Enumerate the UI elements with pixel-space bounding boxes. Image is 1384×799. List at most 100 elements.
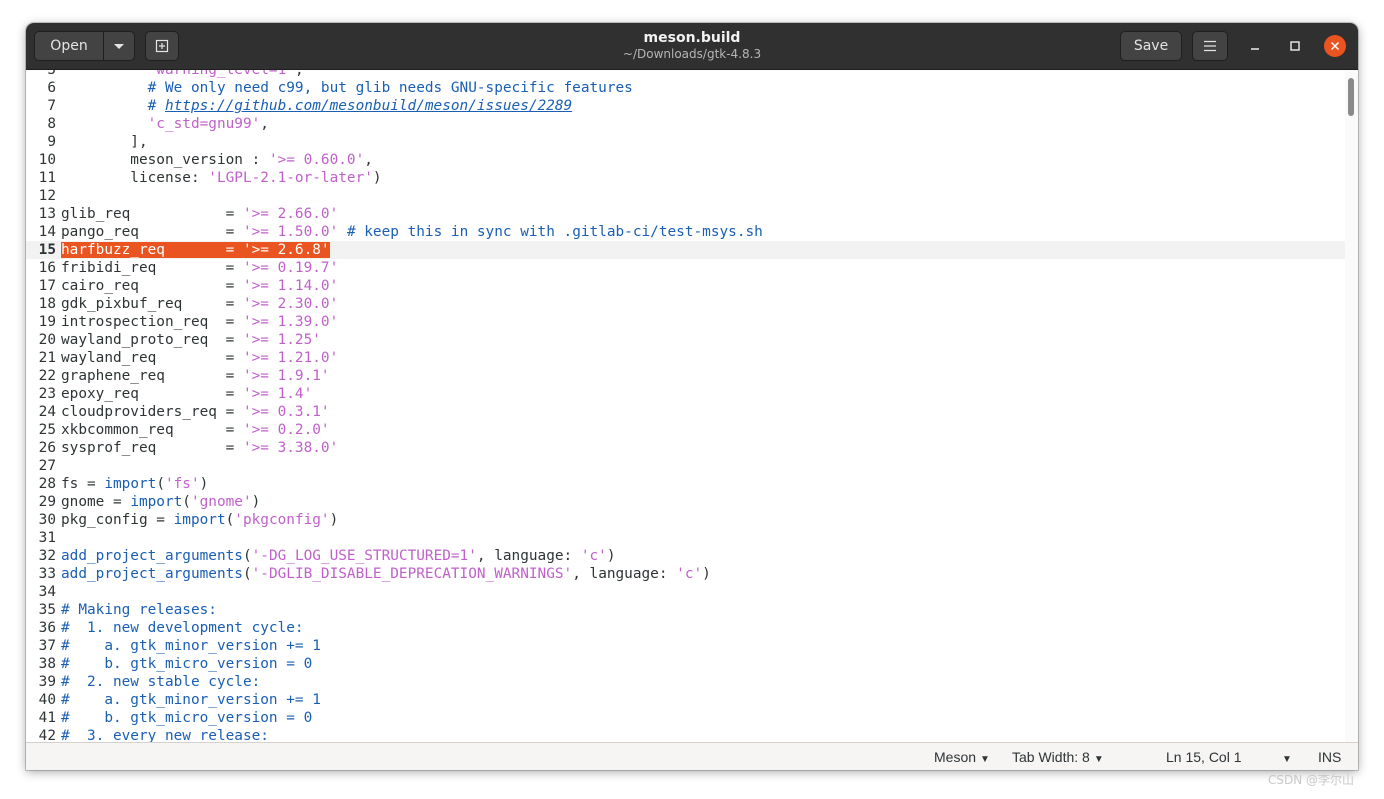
code-token: ) — [372, 170, 382, 186]
code-line[interactable]: 36 # 1. new development cycle: — [26, 619, 1345, 637]
code-token: # 2. new stable cycle: — [61, 674, 261, 690]
code-line[interactable]: 39 # 2. new stable cycle: — [26, 673, 1345, 691]
language-selector[interactable]: Meson ▼ — [934, 743, 990, 770]
code-token: meson_version : — [61, 152, 269, 168]
title-area: meson.build ~/Downloads/gtk-4.8.3 — [492, 29, 892, 62]
line-number: 39 — [38, 674, 56, 690]
code-line[interactable]: 21 wayland_req = '>= 1.21.0' — [26, 349, 1345, 367]
code-token: import — [104, 476, 157, 492]
code-token: wayland_proto_req = — [61, 332, 243, 348]
line-code: graphene_req = '>= 1.9.1' — [61, 367, 330, 385]
line-number: 10 — [38, 152, 56, 168]
line-code: 'warning_level=1', — [61, 70, 304, 79]
code-token: 'c' — [580, 548, 607, 564]
code-lines[interactable]: 5 'warning_level=1', 6 # We only need c99… — [26, 70, 1345, 742]
code-line[interactable]: 33 add_project_arguments('-DGLIB_DISABLE_… — [26, 565, 1345, 583]
line-number: 12 — [38, 188, 56, 204]
new-tab-button[interactable] — [145, 31, 179, 61]
code-token: epoxy_req = — [61, 386, 243, 402]
save-button[interactable]: Save — [1120, 31, 1182, 61]
code-token[interactable]: https://github.com/mesonbuild/meson/issu… — [165, 98, 572, 114]
code-token: '>= 1.25' — [242, 332, 321, 348]
code-line[interactable]: 23 epoxy_req = '>= 1.4' — [26, 385, 1345, 403]
code-line[interactable]: 26 sysprof_req = '>= 3.38.0' — [26, 439, 1345, 457]
close-button[interactable] — [1324, 35, 1346, 57]
code-line[interactable]: 7 # https://github.com/mesonbuild/meson/… — [26, 97, 1345, 115]
code-line[interactable]: 31 — [26, 529, 1345, 547]
code-line[interactable]: 8 'c_std=gnu99', — [26, 115, 1345, 133]
line-code: # 2. new stable cycle: — [61, 673, 260, 691]
line-code: pkg_config = import('pkgconfig') — [61, 511, 338, 529]
code-token: wayland_req = — [61, 350, 243, 366]
code-line[interactable]: 35 # Making releases: — [26, 601, 1345, 619]
code-line[interactable]: 18 gdk_pixbuf_req = '>= 2.30.0' — [26, 295, 1345, 313]
code-line[interactable]: 24 cloudproviders_req = '>= 0.3.1' — [26, 403, 1345, 421]
code-line[interactable]: 38 # b. gtk_micro_version = 0 — [26, 655, 1345, 673]
code-line[interactable]: 40 # a. gtk_minor_version += 1 — [26, 691, 1345, 709]
code-line[interactable]: 20 wayland_proto_req = '>= 1.25' — [26, 331, 1345, 349]
position-menu-button[interactable]: ▼ — [1278, 743, 1292, 770]
code-token: # b. gtk_micro_version = 0 — [61, 656, 313, 672]
dropdown-arrow-icon: ▼ — [980, 754, 990, 765]
code-token: '>= 1.50.0' — [242, 224, 339, 240]
code-line[interactable]: 13 glib_req = '>= 2.66.0' — [26, 205, 1345, 223]
main-menu-button[interactable] — [1192, 31, 1228, 61]
text-editor[interactable]: 5 'warning_level=1', 6 # We only need c99… — [26, 70, 1358, 742]
insert-mode[interactable]: INS — [1318, 743, 1341, 770]
code-line[interactable]: 34 — [26, 583, 1345, 601]
code-line[interactable]: 17 cairo_req = '>= 1.14.0' — [26, 277, 1345, 295]
cursor-position[interactable]: Ln 15, Col 1 — [1166, 743, 1242, 770]
code-line[interactable]: 37 # a. gtk_minor_version += 1 — [26, 637, 1345, 655]
code-line[interactable]: 15 harfbuzz_req = '>= 2.6.8' — [26, 241, 1345, 259]
code-line[interactable]: 12 — [26, 187, 1345, 205]
tab-width-selector[interactable]: Tab Width: 8 ▼ — [1012, 743, 1104, 770]
vertical-scrollbar[interactable] — [1345, 70, 1358, 742]
code-line[interactable]: 22 graphene_req = '>= 1.9.1' — [26, 367, 1345, 385]
code-line[interactable]: 5 'warning_level=1', — [26, 70, 1345, 79]
line-number: 16 — [38, 260, 56, 276]
line-number: 36 — [38, 620, 56, 636]
code-line[interactable]: 10 meson_version : '>= 0.60.0', — [26, 151, 1345, 169]
code-token: ) — [702, 566, 711, 582]
language-label: Meson — [934, 749, 977, 765]
code-line[interactable]: 16 fribidi_req = '>= 0.19.7' — [26, 259, 1345, 277]
code-token: '>= 1.4' — [242, 386, 313, 402]
code-line[interactable]: 27 — [26, 457, 1345, 475]
dropdown-arrow-icon: ▼ — [1093, 754, 1104, 765]
code-line[interactable]: 29 gnome = import('gnome') — [26, 493, 1345, 511]
hamburger-icon — [1204, 40, 1216, 52]
line-number: 35 — [38, 602, 56, 618]
line-code: gdk_pixbuf_req = '>= 2.30.0' — [61, 295, 338, 313]
code-line[interactable]: 41 # b. gtk_micro_version = 0 — [26, 709, 1345, 727]
code-line[interactable]: 30 pkg_config = import('pkgconfig') — [26, 511, 1345, 529]
code-token: '>= 1.9.1' — [242, 368, 330, 384]
code-line[interactable]: 28 fs = import('fs') — [26, 475, 1345, 493]
maximize-button[interactable] — [1284, 35, 1306, 57]
code-token: # 3. every new release: — [61, 728, 269, 742]
line-code: add_project_arguments('-DG_LOG_USE_STRUC… — [61, 547, 616, 565]
code-token: # — [147, 98, 165, 114]
line-number: 11 — [38, 170, 56, 186]
code-line[interactable]: 14 pango_req = '>= 1.50.0' # keep this in… — [26, 223, 1345, 241]
code-line[interactable]: 32 add_project_arguments('-DG_LOG_USE_STR… — [26, 547, 1345, 565]
open-menu-button[interactable] — [103, 31, 135, 61]
open-button[interactable]: Open — [34, 31, 104, 61]
code-token: ( — [156, 476, 165, 492]
code-line[interactable]: 9 ], — [26, 133, 1345, 151]
code-token: pango_req = — [61, 224, 243, 240]
code-line[interactable]: 25 xkbcommon_req = '>= 0.2.0' — [26, 421, 1345, 439]
line-number: 20 — [38, 332, 56, 348]
code-token: '-DG_LOG_USE_STRUCTURED=1' — [251, 548, 477, 564]
code-token: cloudproviders_req = — [61, 404, 243, 420]
code-line[interactable]: 42 # 3. every new release: — [26, 727, 1345, 742]
code-line[interactable]: 19 introspection_req = '>= 1.39.0' — [26, 313, 1345, 331]
minimize-button[interactable] — [1244, 35, 1266, 57]
code-line[interactable]: 11 license: 'LGPL-2.1-or-later') — [26, 169, 1345, 187]
code-token: ], — [61, 134, 148, 150]
code-token: glib_req = — [61, 206, 243, 222]
code-token: ( — [225, 512, 235, 528]
code-line[interactable]: 6 # We only need c99, but glib needs GNU… — [26, 79, 1345, 97]
scrollbar-thumb[interactable] — [1348, 78, 1354, 116]
line-code: glib_req = '>= 2.66.0' — [61, 205, 338, 223]
